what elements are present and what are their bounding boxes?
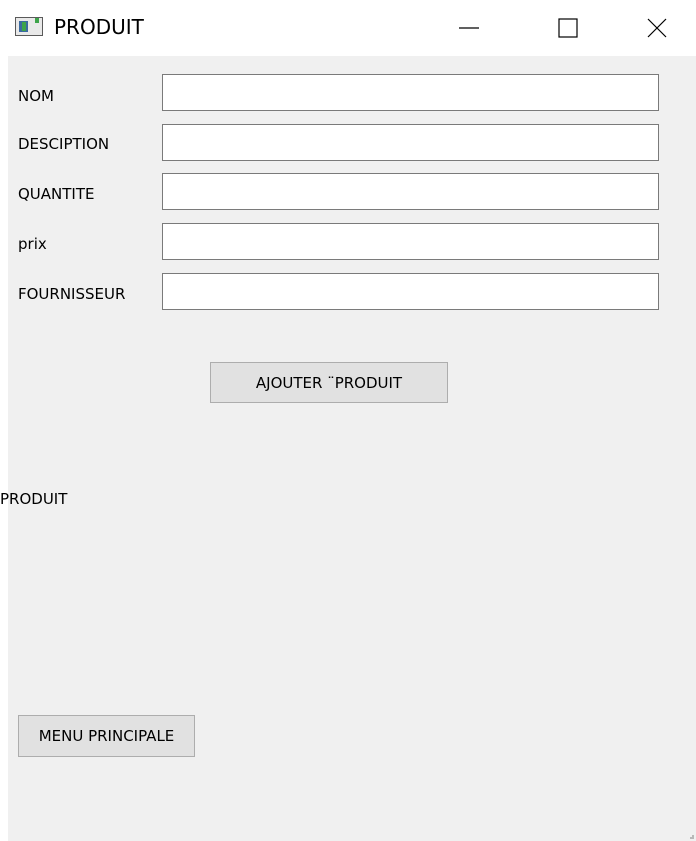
fournisseur-input[interactable] [162, 273, 659, 310]
title-bar[interactable]: PRODUIT [0, 0, 696, 56]
product-section-label: PRODUIT [0, 490, 68, 508]
main-menu-button[interactable]: MENU PRINCIPALE [18, 715, 195, 757]
description-input[interactable] [162, 124, 659, 161]
prix-label: prix [18, 235, 47, 253]
prix-input[interactable] [162, 223, 659, 260]
window-title: PRODUIT [54, 15, 144, 39]
app-window-icon [15, 17, 43, 36]
nom-label: NOM [18, 87, 54, 105]
quantite-input[interactable] [162, 173, 659, 210]
fournisseur-label: FOURNISSEUR [18, 285, 126, 303]
maximize-icon [558, 18, 578, 38]
minimize-button[interactable] [446, 0, 492, 56]
maximize-button[interactable] [545, 0, 591, 56]
nom-input[interactable] [162, 74, 659, 111]
close-button[interactable] [634, 0, 680, 56]
quantite-label: QUANTITE [18, 185, 95, 203]
client-area: NOM DESCIPTION QUANTITE prix FOURNISSEUR… [0, 56, 696, 841]
resize-grip-icon[interactable] [690, 835, 694, 839]
add-product-button[interactable]: AJOUTER ¨PRODUIT [210, 362, 448, 403]
description-label: DESCIPTION [18, 135, 110, 153]
close-icon [647, 18, 667, 38]
minimize-icon [459, 27, 479, 29]
